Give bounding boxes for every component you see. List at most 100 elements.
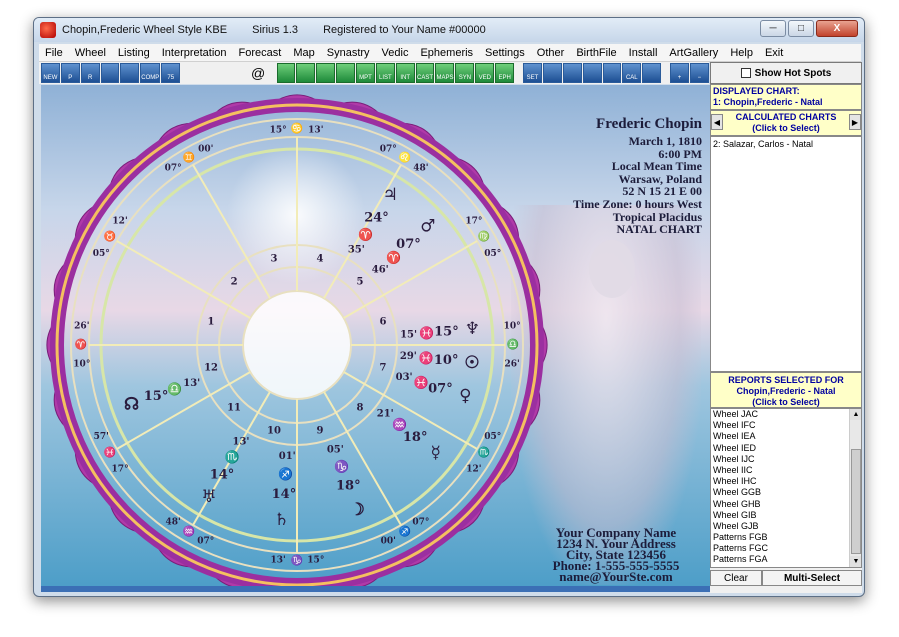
calculated-chart-item[interactable]: 2: Salazar, Carlos - Natal bbox=[713, 139, 859, 149]
cusp-sign-icon: ♒ bbox=[183, 525, 195, 538]
toolbar-button-4[interactable] bbox=[120, 63, 140, 83]
toolbar-button-5[interactable]: COMP bbox=[140, 63, 161, 83]
toolbar-button-12[interactable] bbox=[296, 63, 316, 83]
planet-glyph-icon: ♀ bbox=[459, 386, 471, 406]
report-item[interactable]: Wheel GHB bbox=[711, 499, 847, 510]
toolbar-button-18[interactable]: CAST bbox=[415, 63, 435, 83]
menu-help[interactable]: Help bbox=[724, 47, 759, 59]
toolbar-button-3[interactable] bbox=[100, 63, 120, 83]
menu-vedic[interactable]: Vedic bbox=[376, 47, 415, 59]
menu-other[interactable]: Other bbox=[531, 47, 571, 59]
toolbar-button-11[interactable] bbox=[276, 63, 296, 83]
toolbar-button-20[interactable]: SYN bbox=[455, 63, 475, 83]
calculated-charts-list[interactable]: 2: Salazar, Carlos - Natal bbox=[710, 136, 862, 372]
report-item[interactable]: Patterns FGA bbox=[711, 554, 847, 565]
calc-right-arrow-button[interactable]: ▶ bbox=[849, 114, 861, 130]
report-item[interactable]: Wheel GJB bbox=[711, 521, 847, 532]
toolbar-button-9[interactable] bbox=[228, 63, 248, 83]
toolbar-button-21[interactable]: VED bbox=[475, 63, 495, 83]
toolbar-button-15[interactable]: MPT bbox=[356, 63, 375, 83]
close-button[interactable]: X bbox=[816, 20, 858, 37]
menu-interpretation[interactable]: Interpretation bbox=[156, 47, 233, 59]
multi-select-button[interactable]: Multi-Select bbox=[762, 570, 862, 586]
planet-sign-icon: ♓ bbox=[419, 326, 434, 340]
hot-spots-checkbox[interactable] bbox=[740, 68, 751, 78]
toolbar-button-7[interactable] bbox=[189, 63, 209, 83]
toolbar-button-28[interactable]: CAL bbox=[622, 63, 642, 83]
house-number: 4 bbox=[317, 254, 324, 265]
minimize-button[interactable]: ─ bbox=[760, 20, 786, 37]
cusp-minute: 12' bbox=[112, 217, 127, 227]
hot-spots-toggle[interactable]: Show Hot Spots bbox=[710, 62, 862, 84]
toolbar-button-23[interactable]: SET bbox=[523, 63, 542, 83]
title-bar[interactable]: Chopin,Frederic Wheel Style KBE Sirius 1… bbox=[34, 18, 864, 42]
menu-birthfile[interactable]: BirthFile bbox=[570, 47, 622, 59]
menu-exit[interactable]: Exit bbox=[759, 47, 789, 59]
report-item[interactable]: Wheel KBD bbox=[711, 566, 847, 567]
report-item[interactable]: Wheel IHC bbox=[711, 476, 847, 487]
cusp-minute: 13' bbox=[308, 125, 323, 135]
report-item[interactable]: Wheel IED bbox=[711, 443, 847, 454]
maximize-button[interactable]: □ bbox=[788, 20, 814, 37]
toolbar-button-24[interactable] bbox=[542, 63, 562, 83]
planet-minute: 13' bbox=[183, 378, 200, 389]
horizontal-scrollbar[interactable] bbox=[41, 586, 710, 592]
toolbar-button-30[interactable]: + bbox=[670, 63, 689, 83]
toolbar-button-29[interactable] bbox=[642, 63, 662, 83]
toolbar-button-14[interactable] bbox=[336, 63, 356, 83]
toolbar-button-13[interactable] bbox=[316, 63, 336, 83]
scroll-thumb[interactable] bbox=[851, 449, 861, 554]
report-item[interactable]: Patterns FGC bbox=[711, 543, 847, 554]
menu-synastry[interactable]: Synastry bbox=[321, 47, 376, 59]
menu-install[interactable]: Install bbox=[623, 47, 664, 59]
company-block: Your Company Name 1234 N. Your Address C… bbox=[511, 526, 710, 583]
planet-sign-icon: ♎ bbox=[167, 382, 182, 396]
toolbar-button-31[interactable]: − bbox=[689, 63, 709, 83]
menu-ephemeris[interactable]: Ephemeris bbox=[414, 47, 479, 59]
reports-scrollbar[interactable]: ▲ ▼ bbox=[849, 409, 861, 567]
report-item[interactable]: Wheel IJC bbox=[711, 454, 847, 465]
report-item[interactable]: Wheel JAC bbox=[711, 409, 847, 420]
planet-minute: 15' bbox=[400, 330, 417, 341]
toolbar-button-16[interactable]: LIST bbox=[375, 63, 395, 83]
planet-minute: 13' bbox=[233, 436, 250, 447]
report-item[interactable]: Wheel GIB bbox=[711, 510, 847, 521]
cusp-minute: 26' bbox=[74, 322, 89, 332]
toolbar-button-17[interactable]: INT bbox=[395, 63, 415, 83]
report-item[interactable]: Wheel GGB bbox=[711, 487, 847, 498]
toolbar-button-8[interactable] bbox=[209, 63, 228, 83]
report-item[interactable]: Wheel IFC bbox=[711, 420, 847, 431]
menu-map[interactable]: Map bbox=[287, 47, 320, 59]
toolbar-button-1[interactable]: P bbox=[60, 63, 80, 83]
toolbar-button-27[interactable] bbox=[602, 63, 622, 83]
planet-glyph-icon: ♃ bbox=[383, 185, 398, 205]
planet-glyph-icon: ♂ bbox=[420, 217, 435, 237]
menu-artgallery[interactable]: ArtGallery bbox=[663, 47, 724, 59]
toolbar-button-0[interactable]: NEW bbox=[41, 63, 60, 83]
planet-degree: 15° bbox=[144, 389, 169, 404]
menu-wheel[interactable]: Wheel bbox=[69, 47, 112, 59]
toolbar-button-19[interactable]: MAPS bbox=[435, 63, 455, 83]
calc-left-arrow-button[interactable]: ◀ bbox=[711, 114, 723, 130]
scroll-down-icon[interactable]: ▼ bbox=[850, 556, 861, 567]
toolbar-button-26[interactable] bbox=[582, 63, 602, 83]
cusp-sign-icon: ♊ bbox=[183, 150, 195, 163]
menu-forecast[interactable]: Forecast bbox=[233, 47, 288, 59]
toolbar-button-10[interactable]: @ bbox=[248, 63, 268, 83]
report-item[interactable]: Wheel IIC bbox=[711, 465, 847, 476]
reports-header: REPORTS SELECTED FOR Chopin,Frederic - N… bbox=[710, 372, 862, 408]
menu-file[interactable]: File bbox=[39, 47, 69, 59]
toolbar-button-2[interactable]: R bbox=[80, 63, 100, 83]
toolbar-button-25[interactable] bbox=[562, 63, 582, 83]
toolbar-button-6[interactable]: 75 bbox=[161, 63, 181, 83]
menu-settings[interactable]: Settings bbox=[479, 47, 531, 59]
menu-listing[interactable]: Listing bbox=[112, 47, 156, 59]
right-panel: Show Hot Spots DISPLAYED CHART: 1: Chopi… bbox=[710, 62, 862, 593]
report-item[interactable]: Patterns FGB bbox=[711, 532, 847, 543]
scroll-up-icon[interactable]: ▲ bbox=[850, 409, 861, 420]
reports-list[interactable]: Wheel JAC Wheel IFC Wheel IEA Wheel IED Whee… bbox=[710, 408, 862, 568]
toolbar-button-22[interactable]: EPH bbox=[495, 63, 515, 83]
clear-button[interactable]: Clear bbox=[710, 570, 762, 586]
chart-canvas[interactable]: 1 2 3 4 5 6 7 8 9 10 11 12 10° ♈ 26' 05° ♉ 12' 07° ♊ 00' 15° ♋… bbox=[41, 85, 710, 586]
report-item[interactable]: Wheel IEA bbox=[711, 431, 847, 442]
